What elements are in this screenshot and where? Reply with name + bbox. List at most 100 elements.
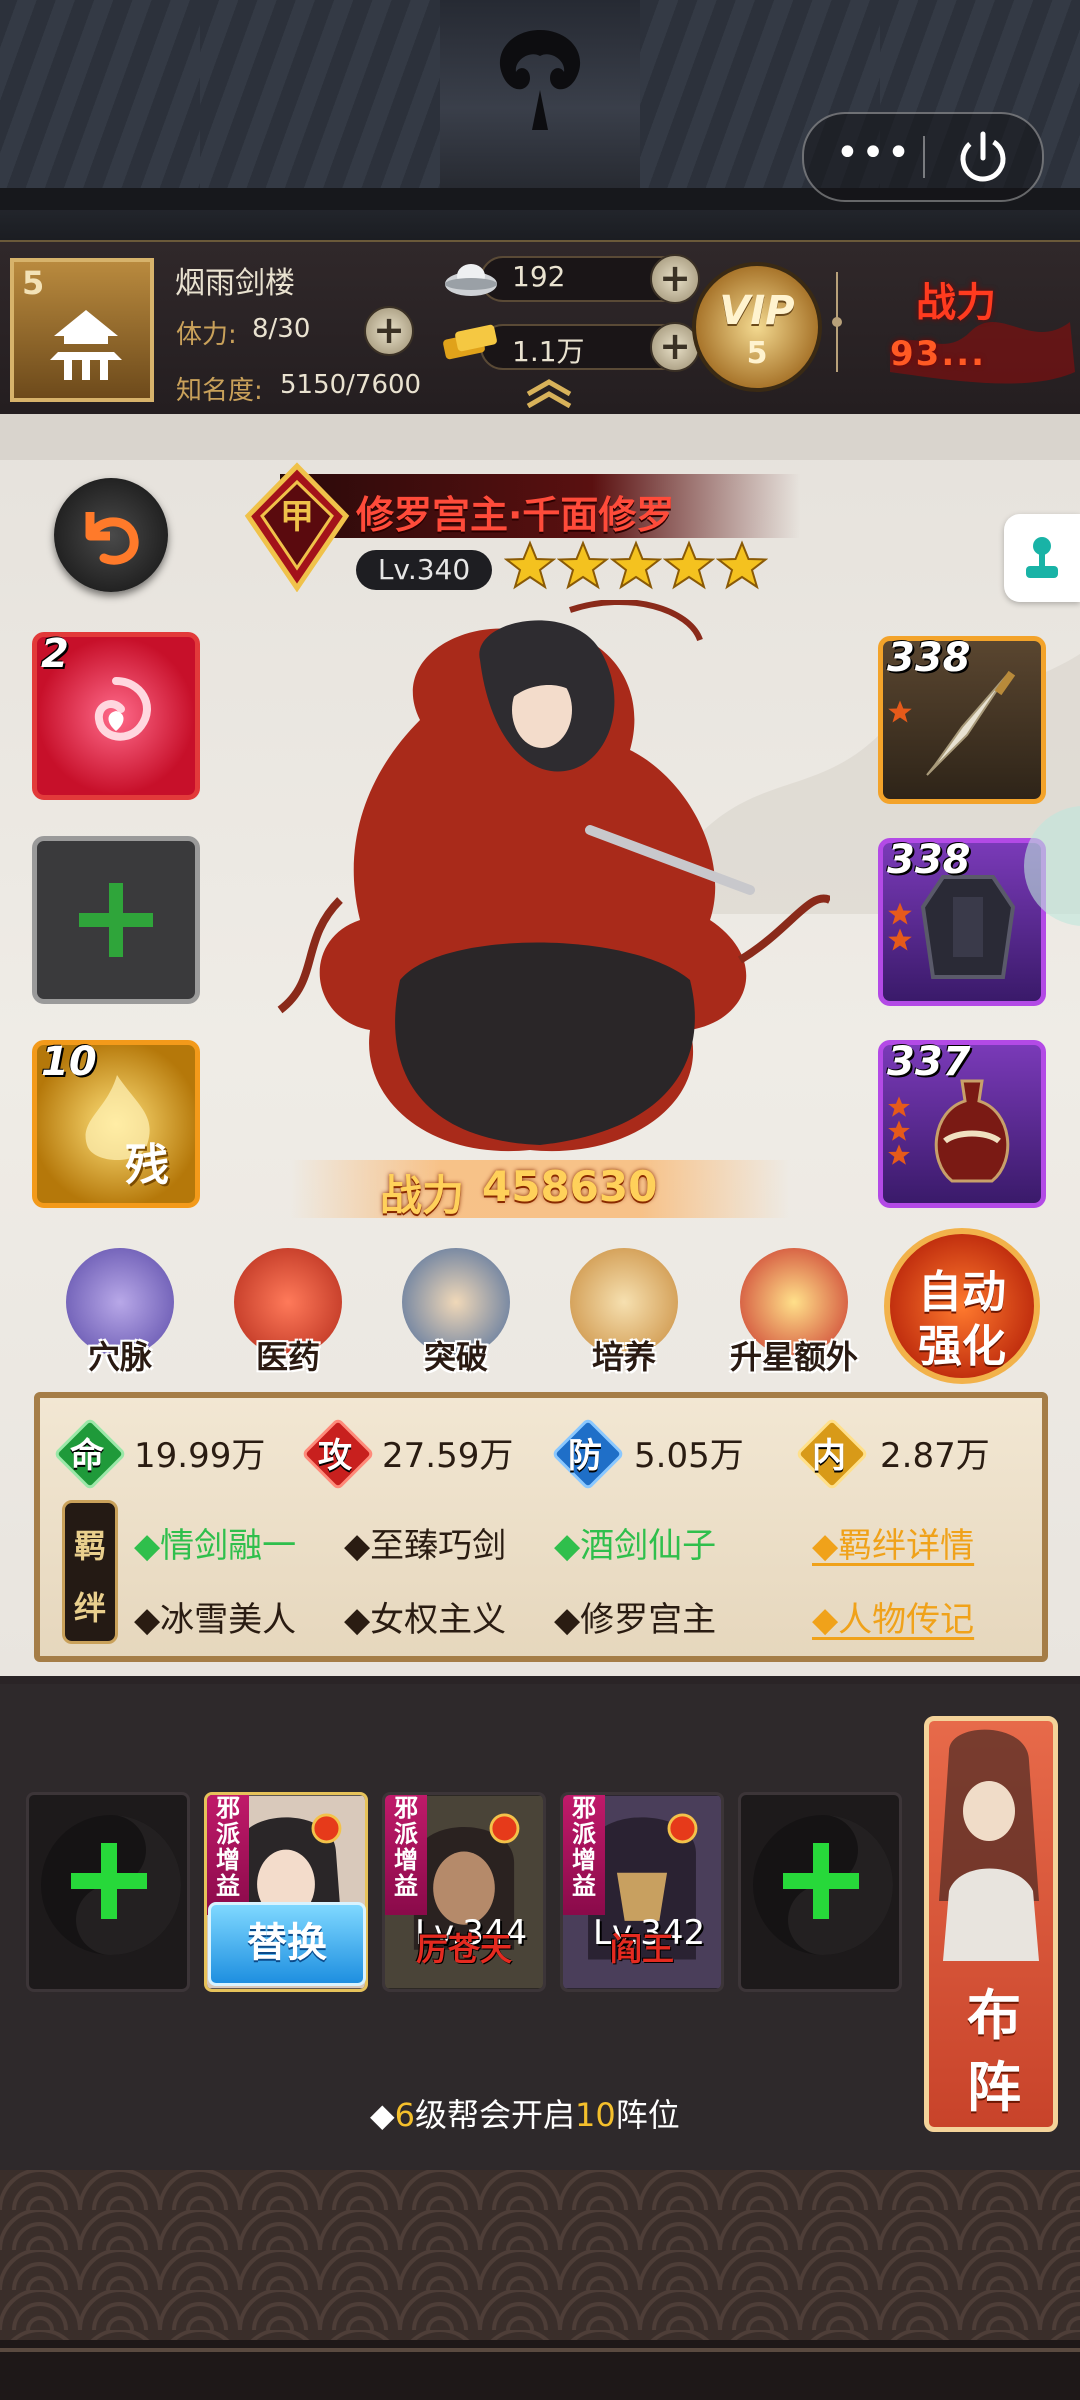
manual-slot[interactable]: 2 bbox=[32, 631, 200, 800]
fame-label: 知名度: bbox=[176, 376, 263, 406]
slot-count: 10 bbox=[41, 1039, 97, 1085]
fragment-glyph: 残 bbox=[125, 1140, 169, 1191]
silver-ingot-icon bbox=[445, 264, 497, 296]
silver-amount: 192 bbox=[512, 260, 566, 293]
more-options-button[interactable]: ••• bbox=[834, 133, 914, 176]
vip-label: VIP bbox=[719, 288, 795, 334]
slot-count: 2 bbox=[41, 631, 69, 677]
tip-prefix: ◆ bbox=[370, 2096, 395, 2134]
capsule-divider bbox=[923, 136, 925, 178]
add-plus-icon bbox=[71, 1843, 147, 1919]
weapon-slot[interactable]: 338 bbox=[878, 635, 1046, 804]
bond-item: ◆情剑融一 bbox=[134, 1526, 297, 1566]
medicine-label: 医药 bbox=[255, 1338, 320, 1376]
header-power-value: 93... bbox=[890, 334, 987, 374]
formation-label-2: 阵 bbox=[967, 2056, 1021, 2119]
roof-tile bbox=[200, 0, 440, 200]
bottom-wave-pattern bbox=[0, 2170, 1080, 2400]
sect-buff-tag: 邪派增益 bbox=[207, 1795, 249, 1915]
roof-tile bbox=[0, 0, 200, 200]
rank-emblem-icon: 甲 bbox=[244, 462, 350, 592]
mini-program-capsule: ••• bbox=[802, 112, 1044, 202]
bond-item: ◆酒剑仙子 bbox=[554, 1526, 717, 1566]
attack-stat-value: 27.59万 bbox=[382, 1436, 514, 1476]
star-icon bbox=[716, 540, 768, 590]
ornament-divider bbox=[832, 272, 842, 372]
bond-tag-top: 羁 bbox=[73, 1527, 106, 1565]
health-stat-icon: 命 bbox=[53, 1417, 127, 1491]
formation-button[interactable]: 布 阵 bbox=[924, 1716, 1058, 2132]
stamina-value: 8/30 bbox=[252, 314, 311, 344]
slot-level: 337 bbox=[887, 1039, 971, 1085]
power-icon[interactable] bbox=[954, 128, 1012, 186]
add-plus-icon bbox=[79, 883, 153, 957]
cultivate-label: 培养 bbox=[591, 1338, 656, 1376]
meridian-label: 穴脉 bbox=[87, 1338, 152, 1376]
guild-unlock-tip: ◆6级帮会开启10阵位 bbox=[370, 2090, 680, 2136]
armor-slot[interactable]: 338 bbox=[878, 837, 1046, 1006]
roof-background: ••• bbox=[0, 0, 1080, 240]
star-up-extra-label: 升星额外 bbox=[729, 1338, 858, 1376]
panel-band bbox=[0, 414, 1080, 460]
hero-name: 阎王 bbox=[609, 1930, 674, 1968]
bond-tag: 羁 绊 bbox=[62, 1500, 118, 1644]
rank-star-icon bbox=[888, 1144, 910, 1165]
svg-text:甲: 甲 bbox=[280, 497, 314, 537]
guild-badge[interactable]: 5 bbox=[10, 258, 154, 402]
stat-char: 攻 bbox=[318, 1436, 352, 1476]
hero-name: 修罗宫主·千面修罗 bbox=[356, 493, 675, 537]
back-button[interactable] bbox=[54, 478, 168, 592]
sect-buff-tag: 邪派增益 bbox=[563, 1795, 605, 1915]
floating-tool-button[interactable] bbox=[1004, 514, 1080, 602]
formation-label-1: 布 bbox=[967, 1984, 1021, 2047]
bond-details-link[interactable]: ◆羁绊详情 bbox=[812, 1518, 974, 1567]
add-stamina-button[interactable]: + bbox=[364, 306, 414, 356]
hero-portrait-image bbox=[277, 600, 830, 1152]
auto-boost-button[interactable]: 自动 强化 bbox=[884, 1228, 1040, 1384]
star-icon bbox=[610, 540, 662, 590]
auto-boost-line2: 强化 bbox=[918, 1321, 1006, 1372]
defense-stat-value: 5.05万 bbox=[634, 1436, 744, 1476]
pavilion-icon bbox=[50, 310, 122, 380]
accessory-slot[interactable]: 337 bbox=[878, 1039, 1046, 1208]
roof-ornament-icon bbox=[499, 30, 581, 130]
rank-star-icon bbox=[888, 902, 912, 925]
star-icon bbox=[557, 540, 609, 590]
add-silver-button[interactable]: + bbox=[650, 254, 700, 304]
status-header: 5 烟雨剑楼 体力: 8/30 + 知名度: 5150/7600 192 + 1… bbox=[0, 240, 1080, 416]
lineup-empty-slot[interactable] bbox=[26, 1792, 190, 1992]
fragment-slot[interactable]: 残 10 bbox=[32, 1039, 200, 1208]
fame-value: 5150/7600 bbox=[280, 370, 422, 400]
tip-mid: 级帮会开启 bbox=[414, 2096, 575, 2134]
hero-power-label: 战力 bbox=[380, 1171, 465, 1220]
joystick-icon bbox=[1026, 537, 1058, 578]
stat-char: 防 bbox=[568, 1436, 602, 1476]
vip-badge[interactable]: VIP 5 bbox=[692, 262, 822, 392]
sect-buff-tag: 邪派增益 bbox=[385, 1795, 427, 1915]
biography-link[interactable]: ◆人物传记 bbox=[812, 1592, 974, 1641]
health-stat-value: 19.99万 bbox=[134, 1436, 266, 1476]
rank-star-icon bbox=[888, 928, 912, 951]
stamina-label: 体力: bbox=[176, 320, 237, 350]
star-icon bbox=[504, 540, 556, 590]
formation-heroes-art bbox=[939, 1729, 1039, 1961]
guild-name: 烟雨剑楼 bbox=[175, 266, 295, 301]
vip-level: 5 bbox=[746, 336, 768, 371]
hero-power-value: 458630 bbox=[482, 1162, 658, 1211]
wine-jug-icon bbox=[934, 1079, 1010, 1183]
bond-item: ◆冰雪美人 bbox=[134, 1600, 297, 1640]
lineup-empty-slot[interactable] bbox=[738, 1792, 902, 1992]
tip-count: 10 bbox=[574, 2096, 616, 2134]
swap-button[interactable]: 替换 bbox=[208, 1902, 366, 1986]
gold-ingot-icon bbox=[443, 324, 497, 360]
bond-item: ◆至臻巧剑 bbox=[344, 1526, 507, 1566]
guild-level: 5 bbox=[22, 264, 45, 302]
empty-slot[interactable] bbox=[32, 836, 200, 1004]
chevron-up-icon[interactable] bbox=[522, 378, 576, 408]
hero-level: Lv.340 bbox=[356, 550, 492, 590]
sword-icon bbox=[926, 670, 1016, 776]
back-arrow-icon bbox=[85, 512, 139, 565]
rank-star-icon bbox=[888, 1096, 910, 1117]
inner-stat-value: 2.87万 bbox=[880, 1436, 990, 1476]
star-icon bbox=[663, 540, 715, 590]
